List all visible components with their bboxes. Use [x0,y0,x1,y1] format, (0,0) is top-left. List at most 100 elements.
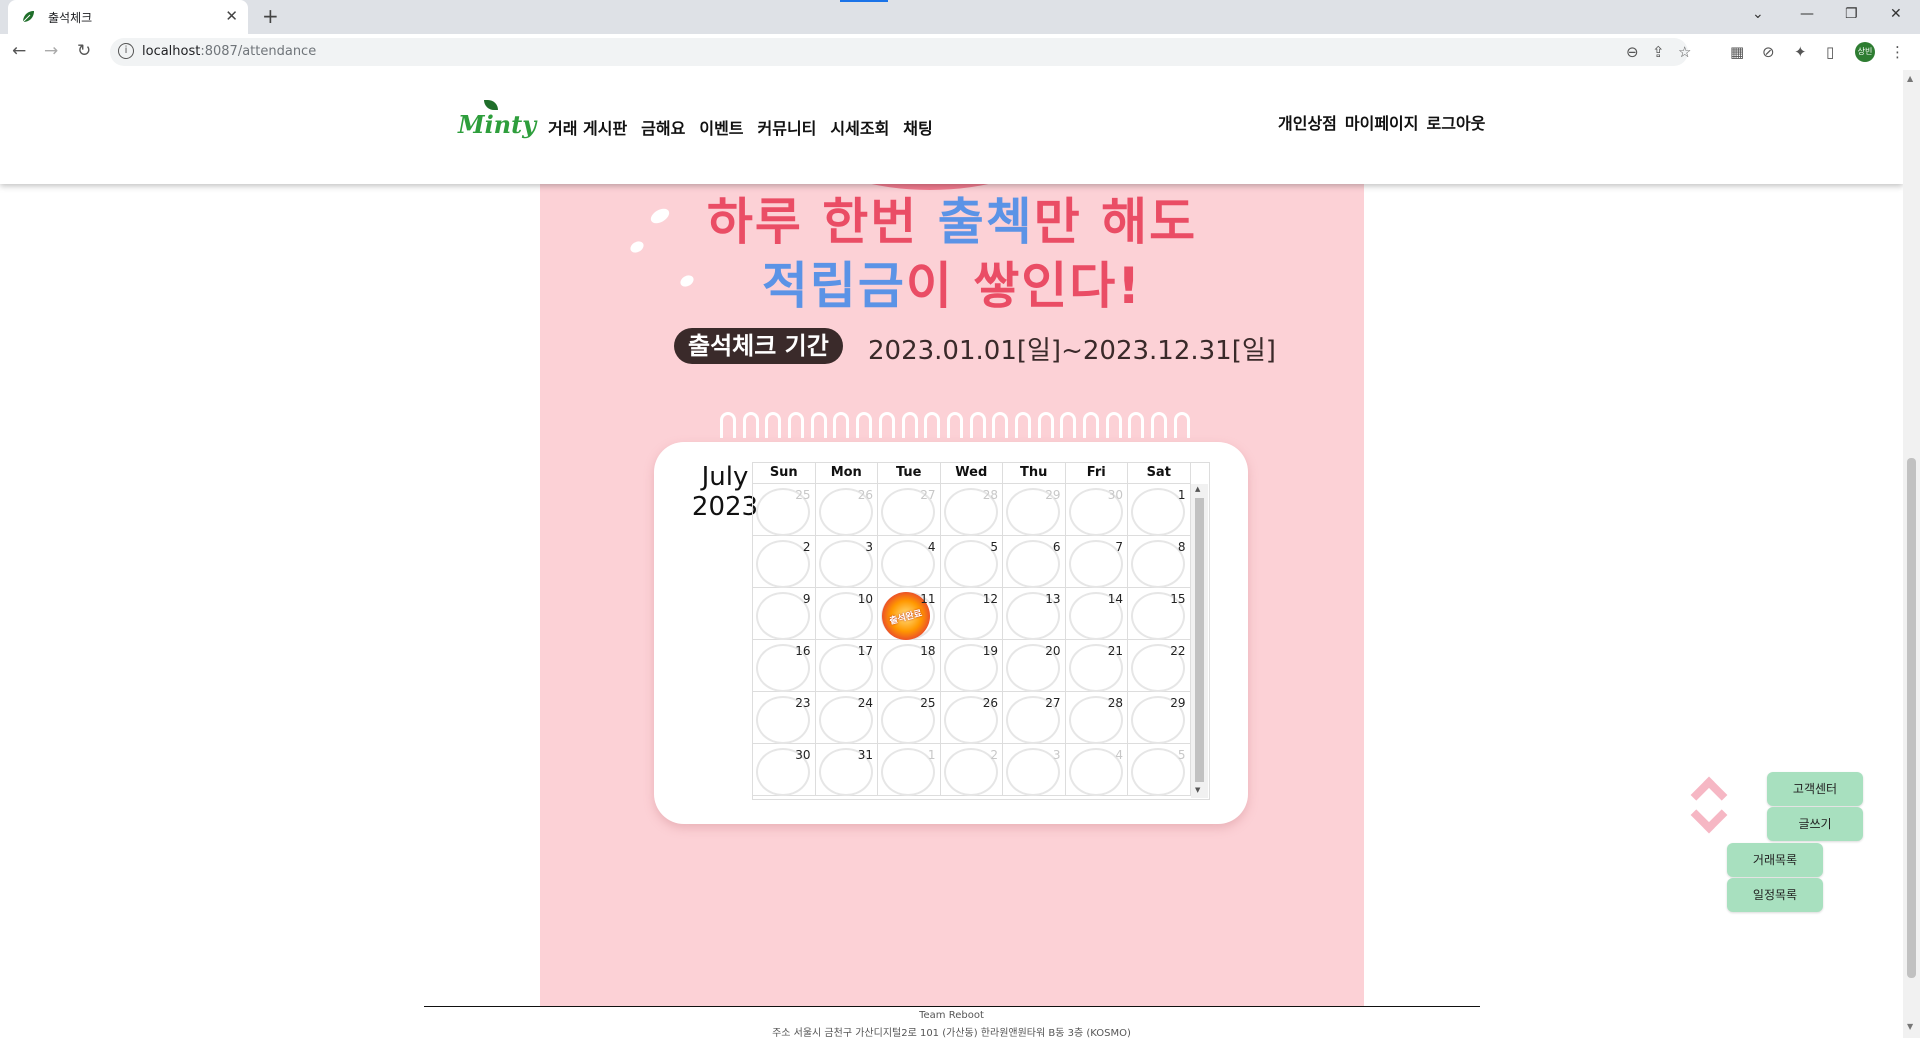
day-number: 20 [1045,644,1061,658]
back-icon[interactable]: ← [12,41,26,61]
profile-avatar[interactable]: 상빈 [1855,42,1875,62]
calendar-day[interactable]: 29 [1003,484,1066,536]
page-scroll-thumb[interactable] [1907,458,1916,978]
browser-menu-icon[interactable]: ⋮ [1890,43,1905,61]
minimize-icon[interactable]: — [1800,6,1814,22]
nav-event[interactable]: 이벤트 [699,115,743,139]
calendar-day[interactable]: 9 [753,588,816,640]
calendar-day[interactable]: 16 [753,640,816,692]
calendar-day[interactable]: 4 [1065,744,1128,796]
calendar-day[interactable]: 8 [1128,536,1191,588]
calendar-day[interactable]: 23 [753,692,816,744]
calendar-day[interactable]: 14 [1065,588,1128,640]
calendar-day[interactable]: 27 [1003,692,1066,744]
scroll-down-arrow-icon[interactable]: ▼ [1195,786,1200,794]
extension-sync-icon[interactable]: ⊘ [1762,43,1775,61]
calendar-day[interactable]: 30 [1065,484,1128,536]
calendar-day[interactable]: 출석완료 11 [878,588,941,640]
calendar-day[interactable]: 15 [1128,588,1191,640]
calendar-scroll-thumb[interactable] [1195,498,1204,782]
customer-center-button[interactable]: 고객센터 [1767,772,1863,806]
nav-my-page[interactable]: 마이페이지 [1345,110,1419,134]
calendar-day[interactable]: 5 [940,536,1003,588]
schedule-list-button[interactable]: 일정목록 [1727,878,1823,912]
site-logo[interactable]: Minty [458,110,536,139]
url-path: :8087/attendance [200,44,317,59]
restore-icon[interactable]: ❐ [1845,6,1858,22]
scroll-up-arrow-icon[interactable]: ▲ [1195,485,1200,493]
calendar-day[interactable]: 10 [815,588,878,640]
calendar-day[interactable]: 6 [1003,536,1066,588]
binding-ring [878,412,895,438]
address-bar: ← → ↻ i localhost:8087/attendance ⊖ ⇪ ☆ … [0,34,1920,71]
day-number: 3 [1052,748,1061,762]
day-number: 30 [1107,488,1123,502]
nav-logout[interactable]: 로그아웃 [1427,110,1486,134]
day-number: 5 [1177,748,1186,762]
calendar-day[interactable]: 17 [815,640,878,692]
logo-leaf-icon [484,100,498,110]
reload-icon[interactable]: ↻ [77,41,91,61]
calendar-day[interactable]: 22 [1128,640,1191,692]
extensions-puzzle-icon[interactable]: ✦ [1794,43,1807,61]
calendar-day[interactable]: 28 [1065,692,1128,744]
close-window-icon[interactable]: ✕ [1890,6,1902,22]
calendar-day[interactable]: 1 [878,744,941,796]
weekday-label: Fri [1066,463,1128,483]
write-button[interactable]: 글쓰기 [1767,807,1863,841]
calendar-day[interactable]: 20 [1003,640,1066,692]
new-tab-icon[interactable]: + [262,4,279,28]
calendar-day[interactable]: 25 [753,484,816,536]
nav-community[interactable]: 커뮤니티 [758,115,817,139]
qr-code-icon[interactable]: ▦ [1730,43,1744,61]
calendar-day[interactable]: 26 [815,484,878,536]
page-scrollbar[interactable]: ▲ ▼ [1903,70,1920,1038]
day-number: 28 [1107,696,1123,710]
calendar-day[interactable]: 18 [878,640,941,692]
calendar-scrollbar[interactable]: ▲ ▼ [1191,484,1208,798]
page-scroll-down-icon[interactable]: ▼ [1907,1022,1913,1031]
calendar-day[interactable]: 19 [940,640,1003,692]
nav-wanted[interactable]: 금해요 [641,115,685,139]
calendar-day[interactable]: 27 [878,484,941,536]
calendar-day[interactable]: 5 [1128,744,1191,796]
binding-ring [1014,412,1031,438]
zoom-icon[interactable]: ⊖ [1626,43,1639,61]
calendar-day[interactable]: 1 [1128,484,1191,536]
side-panel-icon[interactable]: ▯ [1826,43,1834,61]
calendar-day[interactable]: 24 [815,692,878,744]
binding-ring [788,412,805,438]
calendar-day[interactable]: 3 [1003,744,1066,796]
nav-my-shop[interactable]: 개인상점 [1278,110,1337,134]
scroll-bottom-chevron-icon[interactable] [1690,796,1728,834]
day-number: 17 [857,644,873,658]
page-scroll-up-icon[interactable]: ▲ [1907,74,1913,83]
trade-list-button[interactable]: 거래목록 [1727,843,1823,877]
calendar-day[interactable]: 26 [940,692,1003,744]
calendar-day[interactable]: 30 [753,744,816,796]
day-number: 1 [1177,488,1186,502]
calendar-day[interactable]: 21 [1065,640,1128,692]
calendar-day[interactable]: 28 [940,484,1003,536]
browser-tab[interactable]: 출석체크 ✕ [8,0,248,34]
nav-price-check[interactable]: 시세조회 [830,115,889,139]
calendar-day[interactable]: 3 [815,536,878,588]
calendar-day[interactable]: 13 [1003,588,1066,640]
close-tab-icon[interactable]: ✕ [225,7,238,25]
forward-icon[interactable]: → [44,41,58,61]
nav-trade-board[interactable]: 거래 게시판 [548,115,627,139]
calendar-day[interactable]: 2 [753,536,816,588]
calendar-day[interactable]: 29 [1128,692,1191,744]
calendar-day[interactable]: 25 [878,692,941,744]
tab-search-icon[interactable]: ⌄ [1752,6,1764,22]
bookmark-star-icon[interactable]: ☆ [1678,43,1691,61]
calendar-day[interactable]: 2 [940,744,1003,796]
calendar-day[interactable]: 4 [878,536,941,588]
url-field[interactable]: i localhost:8087/attendance ⊖ ⇪ ☆ [110,38,1691,66]
calendar-day[interactable]: 7 [1065,536,1128,588]
calendar-day[interactable]: 31 [815,744,878,796]
site-info-icon[interactable]: i [118,43,134,59]
calendar-day[interactable]: 12 [940,588,1003,640]
nav-chat[interactable]: 채팅 [903,115,932,139]
share-icon[interactable]: ⇪ [1652,43,1665,61]
